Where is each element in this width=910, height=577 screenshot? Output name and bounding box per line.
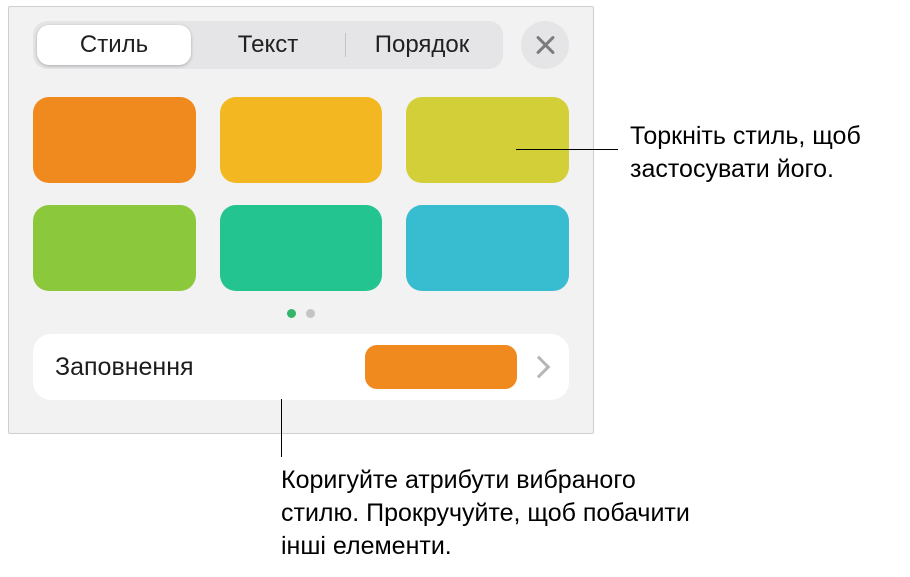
callout-line [281,399,282,457]
callout-bottom: Коригуйте атрибути вибраного стилю. Прок… [281,464,691,563]
style-swatch[interactable] [220,205,383,291]
callout-top: Торкніть стиль, щоб застосувати його. [630,120,900,186]
style-swatch[interactable] [220,97,383,183]
fill-row[interactable]: Заповнення [33,334,569,400]
tab-order[interactable]: Порядок [345,25,499,65]
style-swatch[interactable] [406,97,569,183]
style-panel: Стиль Текст Порядок Заповнення [8,6,594,434]
chevron-right-icon [528,356,551,379]
close-button[interactable] [521,21,569,69]
tab-text[interactable]: Текст [191,25,345,65]
page-dot [306,309,315,318]
callout-line [516,149,618,150]
fill-current-swatch [365,345,517,389]
tab-style[interactable]: Стиль [37,25,191,65]
style-swatch[interactable] [33,97,196,183]
style-swatch[interactable] [406,205,569,291]
style-swatch[interactable] [33,205,196,291]
style-swatch-grid [33,97,569,291]
page-indicator[interactable] [33,309,569,318]
close-icon [533,33,557,57]
tab-bar: Стиль Текст Порядок [33,21,503,69]
panel-header: Стиль Текст Порядок [33,21,569,69]
fill-label: Заповнення [55,353,365,382]
page-dot [287,309,296,318]
